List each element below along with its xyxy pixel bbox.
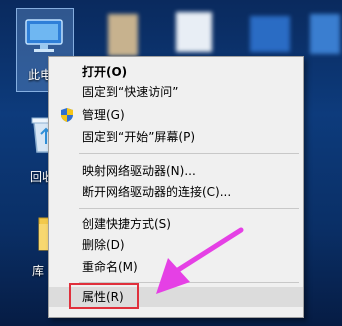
pointer-arrow-annotation xyxy=(156,227,244,294)
desktop: 此电脑 回收站 库 打开(O) 固定到“快速访问” xyxy=(0,0,342,326)
